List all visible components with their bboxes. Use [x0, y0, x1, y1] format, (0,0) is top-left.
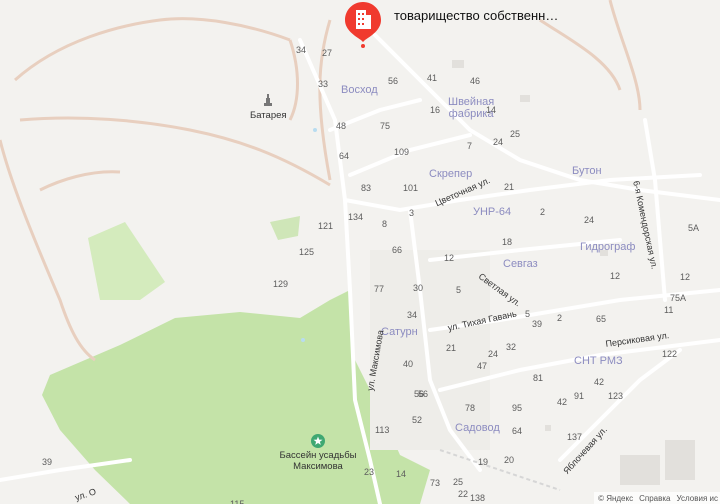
house-number: 48 [336, 121, 347, 131]
house-number: 78 [465, 403, 476, 413]
house-number: 19 [478, 457, 489, 467]
house-number: 91 [574, 391, 585, 401]
monument-icon [264, 94, 273, 106]
map-view[interactable]: товарищество собственн… Батарея Бассейн … [0, 0, 720, 504]
district-sevgaz: Севгаз [503, 258, 538, 270]
house-number: 3 [409, 208, 415, 218]
house-number: 64 [512, 426, 523, 436]
district-buton: Бутон [572, 165, 602, 177]
house-number: 81 [533, 373, 544, 383]
house-number: 46 [470, 76, 481, 86]
house-number: 40 [403, 359, 414, 369]
house-number: 22 [458, 489, 469, 499]
district-sadovod: Садовод [455, 422, 500, 434]
house-number: 18 [502, 237, 513, 247]
house-number: 24 [493, 137, 504, 147]
district-snt-rmz: СНТ РМЗ [574, 355, 623, 367]
house-number: 56 [414, 389, 425, 399]
house-number: 33 [318, 79, 329, 89]
house-number: 21 [446, 343, 457, 353]
house-number: 138 [470, 493, 486, 503]
house-number: 34 [407, 310, 418, 320]
house-number: 75A [670, 293, 687, 303]
house-number: 123 [608, 391, 624, 401]
house-number: 32 [506, 342, 517, 352]
house-number: 27 [322, 48, 333, 58]
house-number: 134 [348, 212, 364, 222]
house-number: 2 [540, 207, 546, 217]
house-number: 122 [662, 349, 678, 359]
house-number: 101 [403, 183, 419, 193]
house-number: 47 [477, 361, 488, 371]
house-number: 24 [488, 349, 499, 359]
house-number: 8 [382, 219, 388, 229]
map-pin-icon [345, 2, 381, 48]
map-footer: © Яндекс Справка Условия ис [594, 492, 720, 504]
house-number: 42 [594, 377, 605, 387]
house-number: 14 [396, 469, 407, 479]
house-number: 41 [427, 73, 438, 83]
house-number: 56 [388, 76, 399, 86]
house-number: 95 [512, 403, 523, 413]
house-number: 42 [557, 397, 568, 407]
district-voshod: Восход [341, 84, 378, 96]
house-number: 14 [486, 105, 497, 115]
help-link[interactable]: Справка [639, 494, 670, 503]
copyright-text: © Яндекс [598, 493, 634, 503]
house-number: 20 [504, 455, 515, 465]
house-number: 5A [688, 223, 700, 233]
house-number: 137 [567, 432, 583, 442]
house-number: 83 [361, 183, 372, 193]
poi-battery-label: Батарея [250, 110, 287, 121]
house-number: 121 [318, 221, 334, 231]
house-number: 25 [510, 129, 521, 139]
house-number: 12 [610, 271, 621, 281]
house-number: 5 [456, 285, 462, 295]
house-number: 66 [392, 245, 403, 255]
house-number: 39 [42, 457, 53, 467]
house-number: 23 [364, 467, 375, 477]
house-number: 34 [296, 45, 307, 55]
district-unr64: УНР-64 [473, 206, 512, 218]
house-number: 5 [525, 309, 531, 319]
house-number: 39 [532, 319, 543, 329]
terms-link[interactable]: Условия ис [677, 494, 719, 503]
house-number: 75 [380, 121, 391, 131]
house-number: 109 [394, 147, 410, 157]
house-number: 12 [444, 253, 455, 263]
house-number: 64 [339, 151, 350, 161]
poi-pool-label: Бассейн усадьбы Максимова [279, 450, 357, 472]
house-number: 2 [557, 313, 563, 323]
house-number: 129 [273, 279, 289, 289]
house-number: 25 [453, 477, 464, 487]
house-number: 12 [680, 272, 691, 282]
house-number: 52 [412, 415, 423, 425]
district-skreper: Скрепер [429, 168, 473, 180]
house-number: 115 [230, 499, 245, 504]
district-gidrograf: Гидрограф [580, 241, 636, 253]
district-saturn: Сатурн [381, 326, 418, 338]
house-number: 77 [374, 284, 385, 294]
poi-battery[interactable]: Батарея [250, 94, 287, 122]
house-number: 16 [430, 105, 441, 115]
house-number: 21 [504, 182, 515, 192]
house-number: 11 [664, 305, 674, 315]
house-number: 30 [413, 283, 424, 293]
house-number: 7 [467, 141, 473, 151]
pin-label[interactable]: товарищество собственн… [386, 3, 566, 27]
house-number: 113 [375, 425, 390, 435]
poi-pool[interactable]: Бассейн усадьбы Максимова [275, 434, 361, 472]
house-number: 65 [596, 314, 607, 324]
house-number: 24 [584, 215, 595, 225]
star-icon [311, 434, 325, 448]
house-number: 125 [299, 247, 315, 257]
location-pin[interactable] [343, 0, 383, 48]
house-number: 73 [430, 478, 441, 488]
